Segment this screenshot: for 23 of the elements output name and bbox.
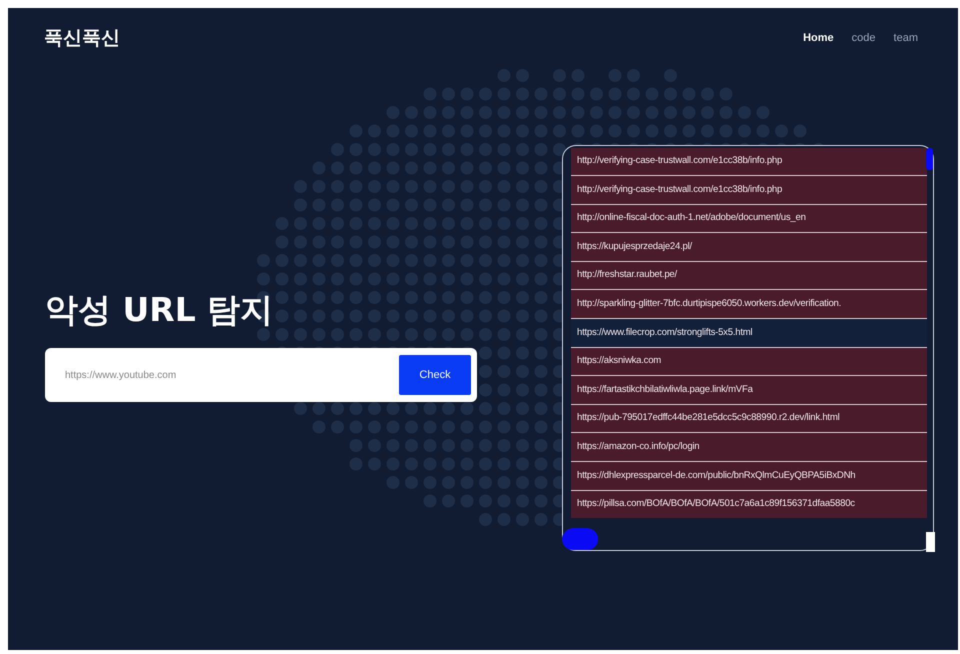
- url-list-item[interactable]: http://verifying-case-trustwall.com/e1cc38b/info.php: [571, 176, 927, 204]
- url-list-item[interactable]: https://pillsa.com/BOfA/BOfA/BOfA/501c7a6a1c89f156371dfaa5880c: [571, 490, 927, 518]
- nav-link[interactable]: code: [852, 30, 876, 46]
- url-list-item[interactable]: https://dhlexpressparcel-de.com/public/bnRxQlmCuEyQBPA5iBxDNh: [571, 462, 927, 490]
- vertical-scrollbar-thumb[interactable]: [926, 148, 933, 170]
- nav-link[interactable]: team: [894, 30, 918, 46]
- url-list-item[interactable]: https://aksniwka.com: [571, 348, 927, 376]
- url-list-item[interactable]: https://amazon-co.info/pc/login: [571, 433, 927, 462]
- horizontal-scrollbar-thumb[interactable]: [562, 528, 598, 550]
- url-list-item[interactable]: http://verifying-case-trustwall.com/e1cc38b/info.php: [571, 148, 927, 176]
- url-list-item[interactable]: http://freshstar.raubet.pe/: [571, 262, 927, 290]
- url-input-field[interactable]: https://www.youtube.com: [65, 368, 399, 382]
- url-list-item[interactable]: https://pub-795017edffc44be281e5dcc5c9c88990.r2.dev/link.html: [571, 404, 927, 432]
- check-button[interactable]: Check: [399, 355, 471, 395]
- page-title: 악성 URL 탐지: [45, 288, 274, 330]
- scrollbar-corner: [926, 532, 935, 552]
- nav-link[interactable]: Home: [803, 30, 834, 46]
- brand-logo[interactable]: 푹신푹신: [44, 24, 120, 52]
- url-list-item[interactable]: http://sparkling-glitter-7bfc.durtipispe6050.workers.dev/verification.: [571, 290, 927, 318]
- url-list-item[interactable]: https://kupujesprzedaje24.pl/: [571, 233, 927, 261]
- url-list-item[interactable]: https://www.filecrop.com/stronglifts-5x5.html: [571, 319, 927, 347]
- url-list-item[interactable]: http://online-fiscal-doc-auth-1.net/adobe/document/us_en: [571, 204, 927, 232]
- url-list-item[interactable]: https://fartastikchbilatiwliwla.page.link/mVFa: [571, 376, 927, 404]
